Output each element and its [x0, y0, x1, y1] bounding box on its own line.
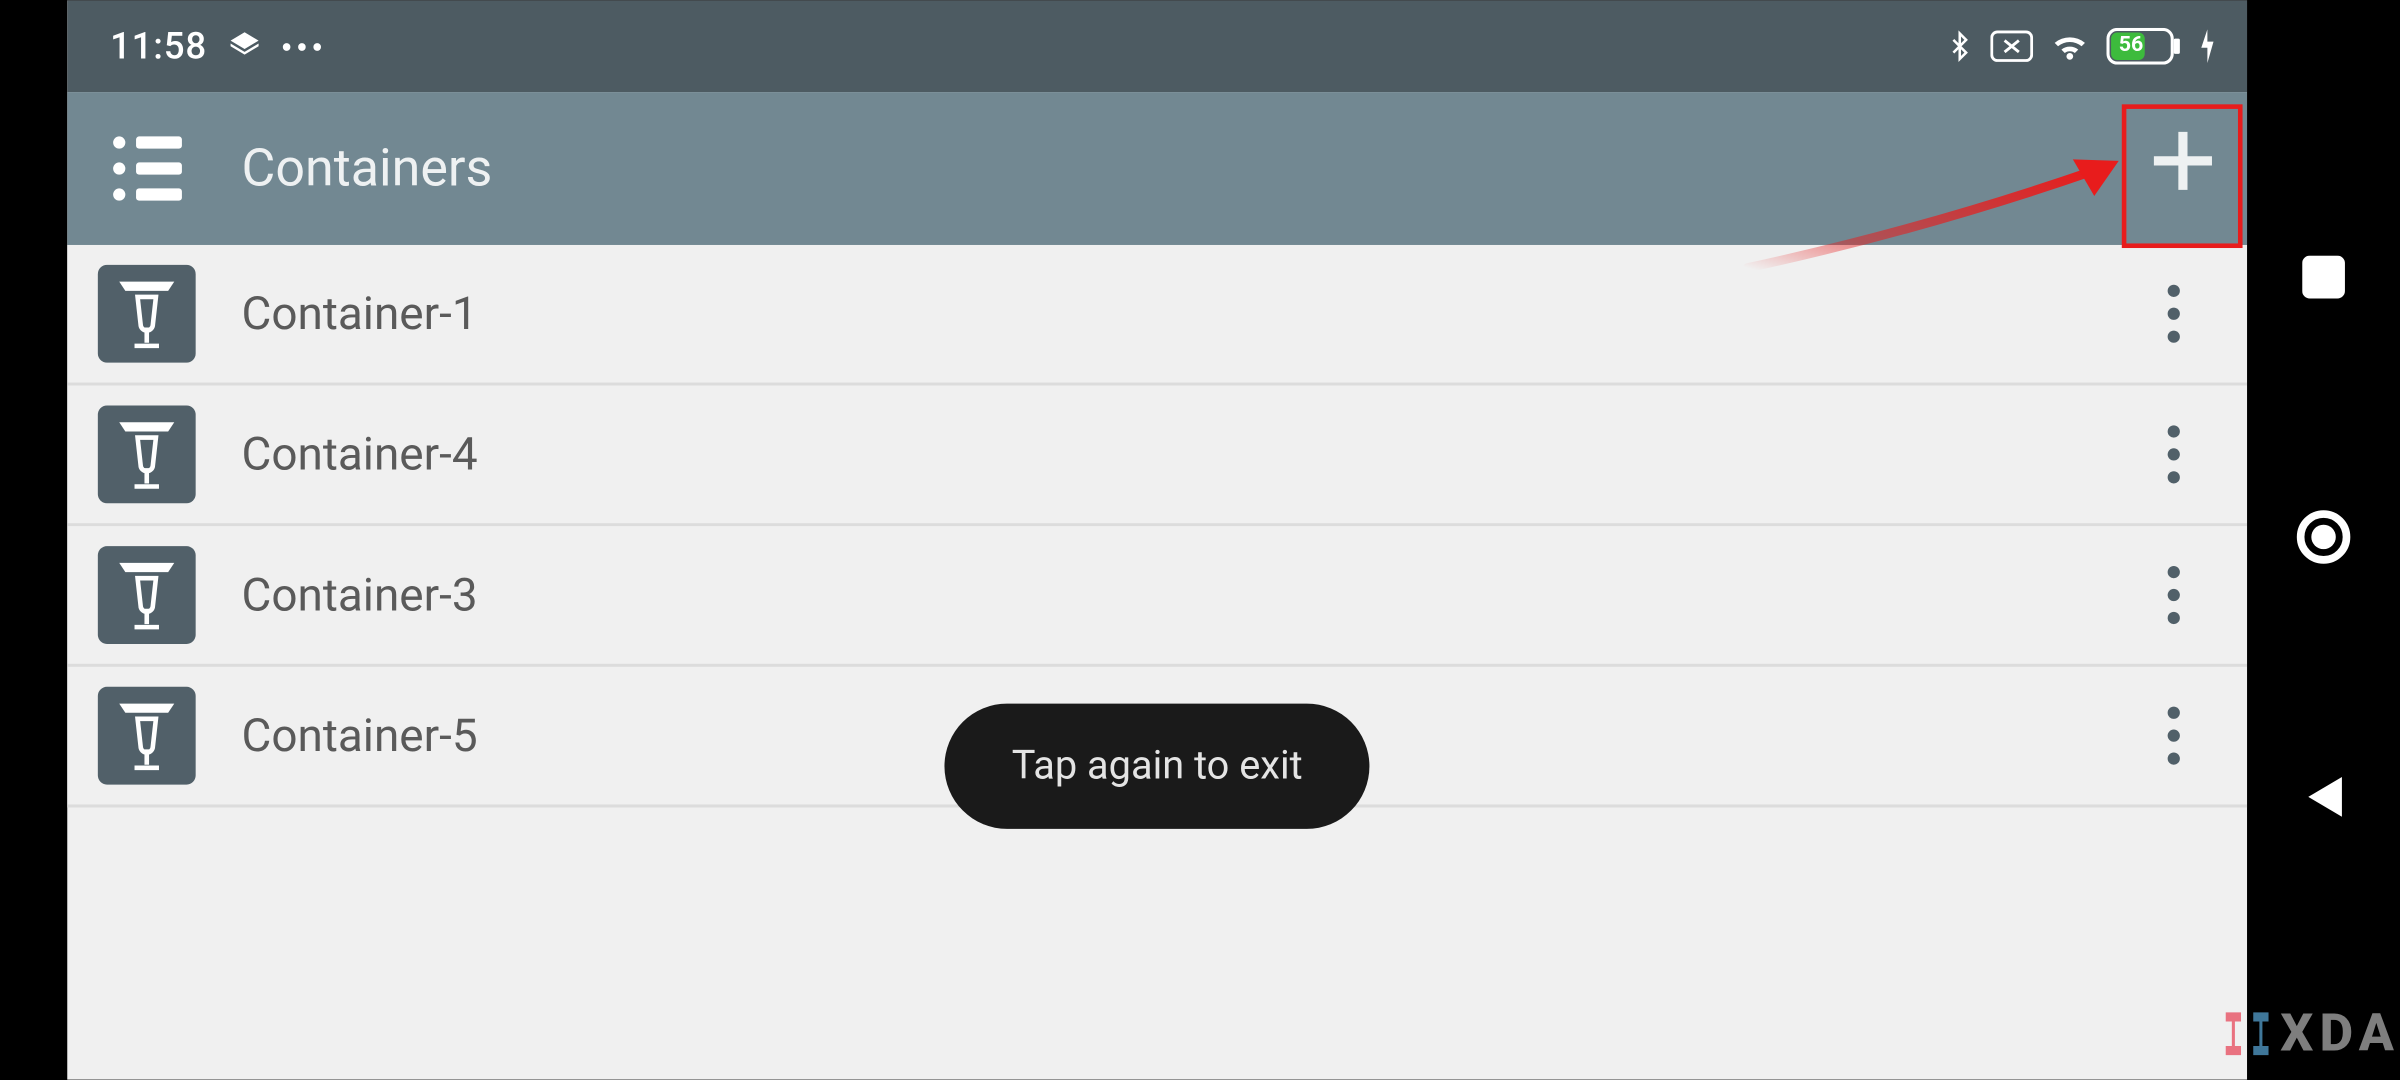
triangle-back-icon — [2302, 774, 2345, 826]
container-row[interactable]: Container-1 — [67, 245, 2247, 386]
circle-icon — [2295, 508, 2353, 572]
add-container-button[interactable] — [2126, 107, 2239, 220]
container-icon — [98, 546, 196, 644]
clock-time: 11:58 — [110, 25, 207, 68]
more-vertical-icon — [2168, 566, 2180, 624]
back-button[interactable] — [2278, 754, 2370, 846]
container-icon — [98, 405, 196, 503]
square-icon — [2302, 256, 2345, 305]
status-bar: 11:58 — [67, 0, 2247, 92]
container-label: Container-1 — [242, 287, 2144, 341]
container-label: Container-3 — [242, 568, 2144, 622]
plus-icon — [2148, 126, 2218, 202]
container-icon — [98, 687, 196, 785]
home-button[interactable] — [2278, 494, 2370, 586]
row-more-button[interactable] — [2143, 268, 2204, 360]
system-navigation-bar — [2247, 0, 2400, 1079]
row-more-button[interactable] — [2143, 549, 2204, 641]
battery-icon: 56 — [2106, 28, 2182, 65]
app-screen: 11:58 — [67, 0, 2247, 1079]
more-dots-icon — [283, 42, 321, 50]
row-more-button[interactable] — [2143, 409, 2204, 501]
app-bar: Containers — [67, 92, 2247, 245]
container-icon — [98, 265, 196, 363]
charging-icon — [2198, 29, 2216, 63]
page-title: Containers — [242, 138, 493, 199]
row-more-button[interactable] — [2143, 690, 2204, 782]
exit-toast: Tap again to exit — [944, 704, 1369, 829]
more-vertical-icon — [2168, 285, 2180, 343]
battery-percent: 56 — [2119, 32, 2144, 56]
layers-icon — [228, 29, 262, 63]
no-sim-icon — [1990, 29, 2033, 63]
wifi-icon — [2048, 29, 2091, 63]
menu-button[interactable] — [89, 110, 205, 226]
more-vertical-icon — [2168, 425, 2180, 483]
more-vertical-icon — [2168, 707, 2180, 765]
bluetooth-icon — [1944, 26, 1975, 66]
toast-text: Tap again to exit — [1012, 743, 1303, 789]
container-label: Container-4 — [242, 428, 2144, 482]
container-row[interactable]: Container-4 — [67, 386, 2247, 527]
recents-button[interactable] — [2278, 234, 2370, 326]
list-menu-icon — [112, 136, 181, 200]
container-row[interactable]: Container-3 — [67, 526, 2247, 667]
